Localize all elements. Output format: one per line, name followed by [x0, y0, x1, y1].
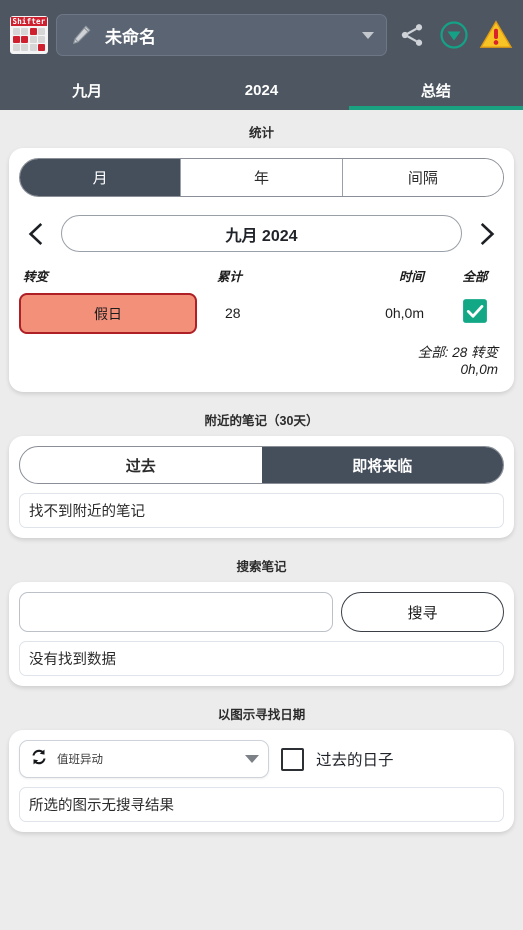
- column-header-all: 全部: [462, 270, 488, 284]
- schedule-name-value: 未命名: [105, 27, 156, 47]
- past-days-label: 过去的日子: [316, 752, 394, 769]
- shift-badge-cell[interactable]: 假日: [19, 293, 197, 334]
- tab-year[interactable]: 2024: [174, 70, 348, 110]
- logo-title: Shifter: [11, 17, 47, 26]
- search-notes-card: 搜寻 没有找到数据: [9, 582, 514, 686]
- find-by-icon-card: 值班异动 过去的日子 所选的图示无搜寻结果: [9, 730, 514, 832]
- find-by-icon-section-title: 以图示寻找日期: [217, 708, 306, 722]
- column-header-accumulated: 累计: [217, 270, 243, 284]
- nearby-notes-empty-message: 找不到附近的笔记: [19, 493, 504, 528]
- period-tab-bar: 九月 2024 总结: [0, 70, 523, 110]
- logo-cell: [38, 36, 45, 43]
- find-by-icon-row: 值班异动 过去的日子: [19, 740, 504, 778]
- shifter-calendar-logo: Shifter: [10, 16, 48, 54]
- logo-cell: [29, 36, 37, 43]
- logo-cell: [13, 44, 20, 51]
- toggle-upcoming[interactable]: 即将来临: [261, 447, 503, 483]
- search-notes-section-title: 搜索笔记: [236, 560, 287, 574]
- logo-cell: [38, 44, 45, 51]
- past-days-checkbox[interactable]: [281, 747, 304, 771]
- logo-cell: [13, 36, 20, 43]
- logo-cell: [13, 28, 20, 35]
- nearby-notes-toggle: 过去 即将来临: [19, 446, 504, 484]
- logo-grid: [11, 26, 47, 53]
- chevron-down-icon[interactable]: [362, 31, 374, 39]
- tab-month[interactable]: 九月: [0, 70, 174, 110]
- period-navigator: 九月 2024: [19, 215, 504, 252]
- schedule-name-field[interactable]: 未命名: [56, 14, 387, 56]
- accumulated-value: 28: [225, 304, 241, 321]
- table-row: 假日 28 0h,0m: [19, 293, 504, 334]
- share-icon[interactable]: [395, 18, 429, 52]
- tab-summary[interactable]: 总结: [348, 70, 523, 110]
- chevron-down-icon[interactable]: [245, 755, 259, 763]
- nearby-notes-card: 过去 即将来临 找不到附近的笔记: [9, 436, 514, 538]
- totals-shifts: 全部: 28 转变: [417, 345, 498, 360]
- search-input[interactable]: [19, 592, 333, 632]
- chevron-right-icon[interactable]: [470, 217, 504, 251]
- shift-badge[interactable]: 假日: [19, 293, 197, 334]
- statistics-card: 月 年 间隔 九月 2024 转变 累计 时间 全部 假日 28 0h,0m 全…: [9, 148, 514, 392]
- statistics-table-header: 转变 累计 时间 全部: [19, 266, 504, 285]
- logo-cell: [29, 44, 37, 51]
- pencil-icon: [69, 23, 93, 47]
- time-value: 0h,0m: [385, 304, 424, 321]
- period-value[interactable]: 九月 2024: [61, 215, 462, 252]
- icon-dropdown[interactable]: 值班异动: [19, 740, 269, 778]
- logo-cell: [38, 28, 45, 35]
- search-row: 搜寻: [19, 592, 504, 632]
- range-option-month[interactable]: 月: [20, 159, 182, 196]
- statistics-range-segmented: 月 年 间隔: [19, 158, 504, 197]
- search-result-message: 没有找到数据: [19, 641, 504, 676]
- statistics-totals: 全部: 28 转变 0h,0m: [19, 334, 504, 382]
- top-app-bar: Shifter 未命名: [0, 0, 523, 70]
- warning-triangle-icon[interactable]: [479, 18, 513, 52]
- statistics-section-title: 统计: [248, 126, 274, 140]
- page-content: 统计 月 年 间隔 九月 2024 转变 累计 时间 全部 假日 28 0h,0…: [0, 110, 523, 842]
- time-cell: 0h,0m: [327, 305, 446, 323]
- all-cell: [446, 298, 504, 329]
- range-option-year[interactable]: 年: [181, 159, 343, 196]
- logo-cell: [21, 44, 29, 51]
- find-by-icon-result-message: 所选的图示无搜寻结果: [19, 787, 504, 822]
- nearby-notes-section-title: 附近的笔记（30天）: [204, 414, 319, 428]
- shift-swap-icon: [29, 747, 49, 772]
- column-header-time: 时间: [398, 270, 424, 284]
- icon-dropdown-label: 值班异动: [57, 754, 103, 766]
- totals-time: 0h,0m: [460, 362, 498, 377]
- range-option-interval[interactable]: 间隔: [342, 159, 503, 196]
- accumulated-cell: 28: [197, 305, 327, 323]
- row-checkbox[interactable]: [462, 298, 488, 324]
- toggle-past[interactable]: 过去: [20, 447, 262, 483]
- logo-cell: [21, 28, 29, 35]
- chevron-left-icon[interactable]: [19, 217, 53, 251]
- logo-cell: [29, 28, 37, 35]
- logo-cell: [21, 36, 29, 43]
- download-circle-icon[interactable]: [437, 18, 471, 52]
- search-button[interactable]: 搜寻: [341, 592, 504, 632]
- column-header-shift: 转变: [23, 270, 49, 284]
